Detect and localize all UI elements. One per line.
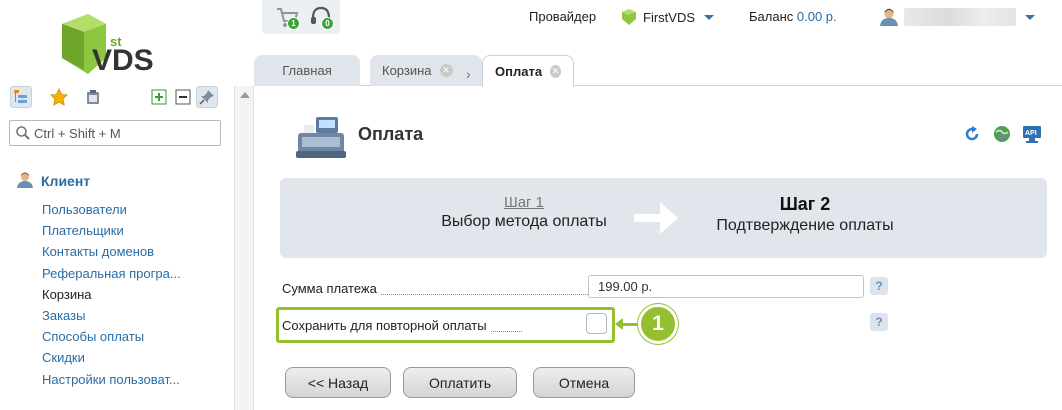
sidebar-section-title: Клиент	[41, 173, 91, 189]
balance-value: 0.00 р.	[796, 9, 837, 24]
back-button[interactable]: << Назад	[285, 367, 391, 398]
chevron-down-icon	[704, 14, 714, 20]
svg-text:API: API	[1025, 130, 1037, 137]
main-content: Оплата API Шаг 1 Выбор метода оплаты Шаг…	[254, 87, 1062, 410]
search-input[interactable]	[34, 124, 214, 142]
cash-register-icon	[290, 113, 350, 159]
sidebar-item-domain-contacts[interactable]: Контакты доменов	[42, 241, 181, 262]
cart-icon[interactable]: 1	[274, 4, 300, 30]
save-for-recurring-checkbox[interactable]	[586, 313, 607, 334]
sidebar-scrollbar[interactable]	[234, 86, 254, 410]
logo-text: VDS	[92, 44, 154, 77]
tab-bar: Главная Корзина ✕ › Оплата ✕	[254, 48, 1062, 87]
tree-view-icon[interactable]	[10, 86, 32, 108]
provider-label: Провайдер	[529, 9, 597, 24]
save-for-recurring-label: Сохранить для повторной оплаты	[282, 318, 491, 333]
collapse-all-icon[interactable]	[172, 86, 194, 108]
amount-row: Сумма платежа	[282, 275, 890, 301]
page-title: Оплата	[358, 124, 424, 144]
support-headset-icon[interactable]: 0	[308, 4, 334, 30]
help-icon[interactable]: ?	[870, 313, 888, 331]
balance-label: Баланс	[749, 9, 794, 24]
api-icon[interactable]: API	[1022, 124, 1042, 144]
cancel-button[interactable]: Отмена	[533, 367, 635, 398]
callout-badge: 1	[638, 304, 678, 344]
top-icons-group: 1 0	[262, 0, 340, 34]
cart-badge: 1	[287, 17, 300, 30]
support-badge: 0	[321, 17, 334, 30]
tab-label: Корзина	[382, 63, 432, 78]
top-bar: 1 0 Провайдер FirstVDS Баланс 0.00 р.	[254, 0, 1062, 36]
sidebar-section-client[interactable]: Клиент	[16, 170, 90, 192]
user-menu[interactable]	[879, 7, 1035, 27]
clipboard-icon[interactable]	[82, 86, 104, 108]
sidebar-item-payment-methods[interactable]: Способы оплаты	[42, 326, 181, 347]
sidebar-menu: Пользователи Плательщики Контакты домено…	[42, 199, 181, 390]
firstvds-logo[interactable]: st VDS	[58, 12, 178, 80]
tab-label: Оплата	[495, 63, 543, 79]
step-2-subtitle: Подтверждение оплаты	[716, 217, 894, 234]
tab-home[interactable]: Главная	[254, 55, 360, 86]
pin-icon[interactable]	[196, 86, 218, 108]
close-icon[interactable]: ✕	[439, 64, 453, 77]
chevron-down-icon	[1025, 14, 1035, 20]
user-name-redacted	[904, 8, 1016, 26]
sidebar-item-referral[interactable]: Реферальная програ...	[42, 263, 181, 284]
balance: Баланс 0.00 р.	[749, 9, 837, 24]
sidebar-item-cart[interactable]: Корзина	[42, 284, 181, 305]
favorites-star-icon[interactable]	[48, 86, 70, 108]
amount-field[interactable]	[588, 275, 864, 298]
step-1-title[interactable]: Шаг 1	[414, 194, 634, 211]
wizard-step-1[interactable]: Шаг 1 Выбор метода оплаты	[414, 194, 634, 231]
tab-label: Главная	[282, 63, 332, 78]
page-actions: API	[962, 124, 1042, 144]
close-icon[interactable]: ✕	[550, 64, 561, 78]
save-for-recurring-row: Сохранить для повторной оплаты	[282, 312, 607, 338]
sidebar-item-payers[interactable]: Плательщики	[42, 220, 181, 241]
search-icon	[15, 125, 31, 144]
firstvds-small-logo-icon	[622, 9, 636, 25]
sidebar-item-discounts[interactable]: Скидки	[42, 347, 181, 368]
user-avatar-icon	[880, 8, 898, 26]
amount-label: Сумма платежа	[282, 281, 381, 296]
expand-all-icon[interactable]	[148, 86, 170, 108]
left-panel: st VDS Клиент	[0, 0, 234, 410]
wizard-step-2: Шаг 2 Подтверждение оплаты	[695, 194, 915, 235]
sidebar-item-user-settings[interactable]: Настройки пользоват...	[42, 369, 181, 390]
arrow-right-icon	[630, 196, 682, 240]
tab-payment[interactable]: Оплата ✕	[482, 55, 574, 87]
menu-search[interactable]	[9, 120, 221, 146]
payment-wizard: Шаг 1 Выбор метода оплаты Шаг 2 Подтверж…	[280, 178, 1047, 258]
step-2-title: Шаг 2	[779, 194, 831, 214]
refresh-icon[interactable]	[962, 124, 982, 144]
provider-value: FirstVDS	[643, 9, 695, 25]
callout-line	[620, 323, 638, 326]
help-icon[interactable]: ?	[870, 277, 888, 295]
breadcrumb-arrow-icon: ›	[466, 66, 471, 82]
sidebar-item-users[interactable]: Пользователи	[42, 199, 181, 220]
sidebar-toolbar	[10, 86, 224, 110]
sidebar-item-orders[interactable]: Заказы	[42, 305, 181, 326]
step-1-subtitle: Выбор метода оплаты	[441, 213, 607, 230]
scroll-up-arrow-icon[interactable]	[240, 92, 250, 98]
globe-icon[interactable]	[992, 124, 1012, 144]
user-icon	[16, 171, 34, 192]
pay-button[interactable]: Оплатить	[403, 367, 517, 398]
provider-selector[interactable]: FirstVDS	[620, 9, 714, 25]
